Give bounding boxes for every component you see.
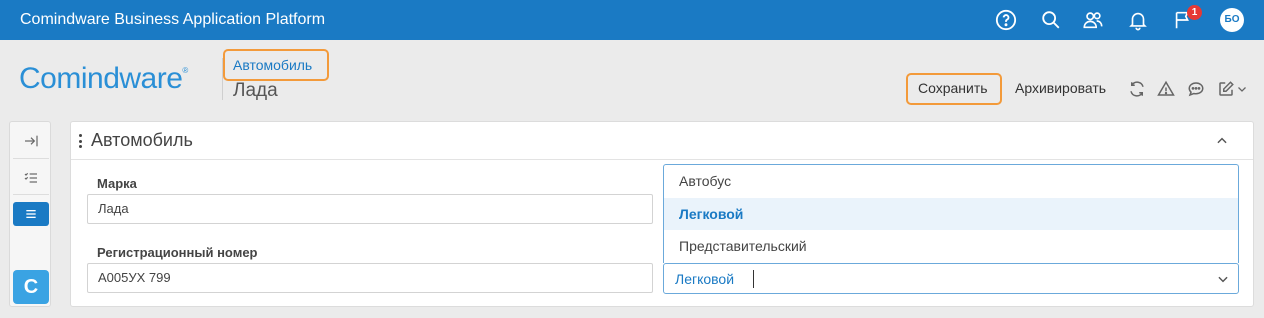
section-header[interactable]: Автомобиль [71, 122, 1253, 160]
help-icon[interactable] [994, 8, 1018, 32]
collapse-panel-icon[interactable] [13, 129, 49, 153]
dropdown-option[interactable]: Представительский [664, 230, 1238, 262]
select-value: Легковой [675, 271, 735, 287]
edit-icon[interactable] [1217, 80, 1235, 98]
dropdown-list: Автобус Легковой Представительский [663, 164, 1239, 263]
comment-icon[interactable] [1187, 80, 1205, 98]
vehicle-type-select[interactable]: Легковой [663, 263, 1239, 294]
archive-button[interactable]: Архивировать [1015, 80, 1106, 96]
app-launcher[interactable]: C [13, 270, 49, 304]
field-label-registration: Регистрационный номер [97, 245, 258, 260]
search-icon[interactable] [1039, 8, 1063, 32]
text-caret [753, 270, 754, 288]
notification-badge: 1 [1187, 5, 1202, 20]
logo-mark: ® [182, 66, 188, 75]
users-icon[interactable] [1081, 8, 1105, 32]
checklist-icon[interactable] [13, 166, 49, 190]
logo-text: Comindware [19, 62, 183, 95]
dropdown-option-selected[interactable]: Легковой [664, 198, 1238, 230]
menu-icon[interactable] [13, 202, 49, 226]
chevron-up-icon[interactable] [1215, 134, 1229, 148]
section-title: Автомобиль [91, 130, 193, 150]
top-bar: Comindware Business Application Platform… [0, 0, 1264, 40]
breadcrumb-highlight [223, 49, 329, 81]
bell-icon[interactable] [1126, 8, 1150, 32]
side-nav: C [9, 121, 51, 307]
refresh-icon[interactable] [1128, 80, 1146, 98]
field-label-brand: Марка [97, 176, 137, 191]
drag-handle-icon[interactable] [79, 134, 83, 148]
logo[interactable]: Comindware® [19, 62, 188, 96]
avatar[interactable]: БО [1220, 8, 1244, 32]
app-title: Comindware Business Application Platform [20, 11, 326, 28]
chevron-down-icon[interactable] [1216, 272, 1230, 286]
form-card: Автомобиль Марка Лада Регистрационный но… [70, 121, 1254, 307]
save-button-highlight [906, 73, 1002, 105]
warning-icon[interactable] [1157, 80, 1175, 98]
brand-field[interactable]: Лада [87, 194, 653, 224]
page-title: Лада [233, 80, 278, 101]
dropdown-option[interactable]: Автобус [664, 165, 1238, 197]
registration-number-field[interactable]: А005УХ 799 [87, 263, 653, 293]
chevron-down-icon[interactable] [1236, 80, 1248, 98]
